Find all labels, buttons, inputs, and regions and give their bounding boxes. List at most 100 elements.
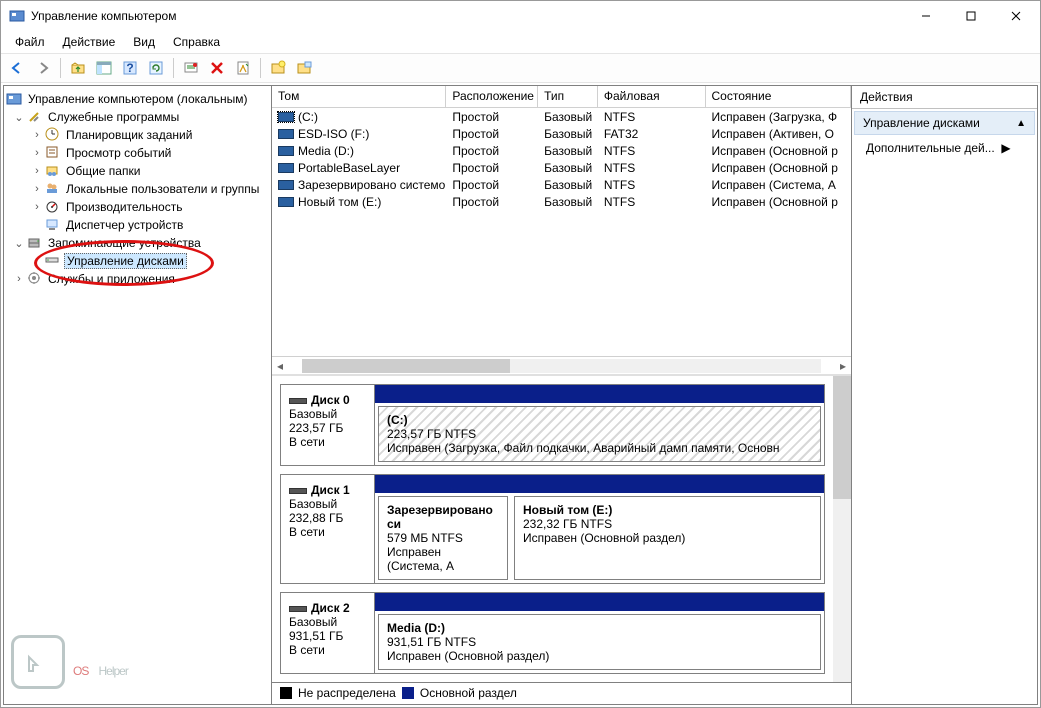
volume-icon <box>278 180 294 190</box>
chevron-right-icon: ▶ <box>1001 141 1010 155</box>
legend: Не распределена Основной раздел <box>272 682 851 702</box>
disk-header-bar <box>375 475 824 493</box>
disk-info: Диск 2Базовый931,51 ГБВ сети <box>281 593 375 673</box>
scroll-right-icon[interactable]: ▸ <box>835 358 851 374</box>
tools-icon <box>26 109 42 125</box>
volume-row[interactable]: PortableBaseLayerПростойБазовыйNTFSИспра… <box>272 159 851 176</box>
help-icon[interactable]: ? <box>118 56 142 80</box>
col-status[interactable]: Состояние <box>706 86 851 108</box>
expand-icon[interactable]: › <box>30 147 44 159</box>
minimize-button[interactable] <box>903 2 948 30</box>
volume-icon <box>278 146 294 156</box>
disk-block[interactable]: Диск 0Базовый223,57 ГБВ сети(C:)223,57 Г… <box>280 384 825 466</box>
volume-icon <box>278 197 294 207</box>
col-volume[interactable]: Том <box>272 86 446 108</box>
disk-header-bar <box>375 385 824 403</box>
window-title: Управление компьютером <box>31 9 176 23</box>
tree-local-users[interactable]: Локальные пользователи и группы <box>64 182 261 196</box>
tree-event-viewer[interactable]: Просмотр событий <box>64 146 173 160</box>
disk-graphical-view[interactable]: Диск 0Базовый223,57 ГБВ сети(C:)223,57 Г… <box>272 376 851 704</box>
expand-icon[interactable]: › <box>30 165 44 177</box>
partition[interactable]: Новый том (E:)232,32 ГБ NTFSИсправен (Ос… <box>514 496 821 580</box>
list-header: Том Расположение Тип Файловая система Со… <box>272 86 851 108</box>
legend-swatch-primary <box>402 687 414 699</box>
expand-icon[interactable]: › <box>30 183 44 195</box>
shared-folders-icon <box>44 163 60 179</box>
actions-header: Действия <box>852 86 1037 109</box>
menu-action[interactable]: Действие <box>55 33 124 51</box>
disk-info: Диск 0Базовый223,57 ГБВ сети <box>281 385 375 465</box>
performance-icon <box>44 199 60 215</box>
settings-icon[interactable] <box>179 56 203 80</box>
new-icon[interactable] <box>266 56 290 80</box>
attach-icon[interactable] <box>292 56 316 80</box>
collapse-icon[interactable]: ⌄ <box>12 237 26 250</box>
volume-row[interactable]: Media (D:)ПростойБазовыйNTFSИсправен (Ос… <box>272 142 851 159</box>
properties-icon[interactable] <box>231 56 255 80</box>
navigation-tree[interactable]: Управление компьютером (локальным) ⌄ Слу… <box>4 86 272 704</box>
disk-info: Диск 1Базовый232,88 ГБВ сети <box>281 475 375 583</box>
services-icon <box>26 271 42 287</box>
volume-list[interactable]: Том Расположение Тип Файловая система Со… <box>272 86 851 376</box>
disk-block[interactable]: Диск 1Базовый232,88 ГБВ сетиЗарезервиров… <box>280 474 825 584</box>
legend-swatch-unallocated <box>280 687 292 699</box>
menu-file[interactable]: Файл <box>7 33 53 51</box>
scroll-left-icon[interactable]: ◂ <box>272 358 288 374</box>
actions-more[interactable]: Дополнительные дей... ▶ <box>852 137 1037 159</box>
maximize-button[interactable] <box>948 2 993 30</box>
volume-row[interactable]: ESD-ISO (F:)ПростойБазовыйFAT32Исправен … <box>272 125 851 142</box>
expand-icon[interactable]: › <box>30 129 44 141</box>
disk-management-icon <box>44 253 60 269</box>
up-icon[interactable] <box>66 56 90 80</box>
actions-section[interactable]: Управление дисками ▲ <box>854 111 1035 135</box>
col-fs[interactable]: Файловая система <box>598 86 706 108</box>
collapse-icon[interactable]: ▲ <box>1016 118 1026 129</box>
menu-view[interactable]: Вид <box>125 33 163 51</box>
tree-performance[interactable]: Производительность <box>64 200 184 214</box>
col-layout[interactable]: Расположение <box>446 86 538 108</box>
disk-icon <box>289 606 307 612</box>
partition[interactable]: (C:)223,57 ГБ NTFSИсправен (Загрузка, Фа… <box>378 406 821 462</box>
delete-icon[interactable] <box>205 56 229 80</box>
partition[interactable]: Media (D:)931,51 ГБ NTFSИсправен (Основн… <box>378 614 821 670</box>
partition[interactable]: Зарезервировано си579 МБ NTFSИсправен (С… <box>378 496 508 580</box>
vertical-scrollbar[interactable] <box>833 376 851 684</box>
menu-help[interactable]: Справка <box>165 33 228 51</box>
forward-button[interactable] <box>31 56 55 80</box>
event-viewer-icon <box>44 145 60 161</box>
volume-row[interactable]: Зарезервировано системойПростойБазовыйNT… <box>272 176 851 193</box>
expand-icon[interactable]: › <box>30 201 44 213</box>
computer-icon <box>6 91 22 107</box>
disk-block[interactable]: Диск 2Базовый931,51 ГБВ сетиMedia (D:)93… <box>280 592 825 674</box>
show-hide-tree-icon[interactable] <box>92 56 116 80</box>
scheduler-icon <box>44 127 60 143</box>
expand-icon[interactable]: › <box>12 273 26 285</box>
tree-task-scheduler[interactable]: Планировщик заданий <box>64 128 194 142</box>
tree-shared-folders[interactable]: Общие папки <box>64 164 142 178</box>
close-button[interactable] <box>993 2 1038 30</box>
actions-pane: Действия Управление дисками ▲ Дополнител… <box>852 86 1037 704</box>
tree-root[interactable]: Управление компьютером (локальным) <box>26 92 250 106</box>
tree-device-manager[interactable]: Диспетчер устройств <box>64 218 185 232</box>
disk-icon <box>289 398 307 404</box>
volume-row[interactable]: Новый том (E:)ПростойБазовыйNTFSИсправен… <box>272 193 851 210</box>
refresh-icon[interactable] <box>144 56 168 80</box>
horizontal-scrollbar[interactable]: ◂ ▸ <box>272 356 851 374</box>
storage-icon <box>26 235 42 251</box>
tree-disk-management[interactable]: Управление дисками <box>64 253 187 269</box>
title-bar: Управление компьютером <box>1 1 1040 31</box>
app-icon <box>9 8 25 24</box>
disk-header-bar <box>375 593 824 611</box>
collapse-icon[interactable]: ⌄ <box>12 111 26 124</box>
tree-services-apps[interactable]: Службы и приложения <box>46 272 177 286</box>
volume-icon <box>278 112 294 122</box>
legend-unallocated: Не распределена <box>298 686 396 700</box>
volume-row[interactable]: (C:)ПростойБазовыйNTFSИсправен (Загрузка… <box>272 108 851 125</box>
back-button[interactable] <box>5 56 29 80</box>
volume-icon <box>278 163 294 173</box>
tree-system-tools[interactable]: Служебные программы <box>46 110 181 124</box>
col-type[interactable]: Тип <box>538 86 598 108</box>
users-icon <box>44 181 60 197</box>
tree-storage[interactable]: Запоминающие устройства <box>46 236 203 250</box>
legend-primary: Основной раздел <box>420 686 517 700</box>
